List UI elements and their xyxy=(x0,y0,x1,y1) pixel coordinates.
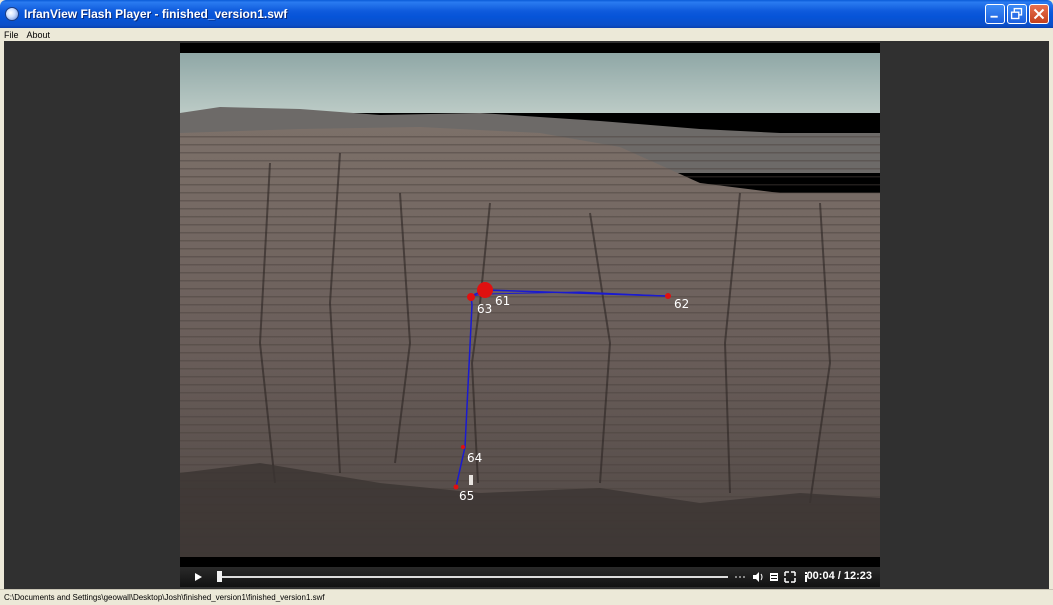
marker-65-label: 65 xyxy=(459,489,474,503)
sky xyxy=(180,53,880,113)
close-button[interactable] xyxy=(1029,4,1049,24)
play-icon[interactable] xyxy=(192,571,204,583)
window-title: IrfanView Flash Player - finished_versio… xyxy=(24,7,288,21)
marker-62-dot[interactable] xyxy=(665,293,671,299)
window-controls xyxy=(985,4,1049,24)
title-bar[interactable]: IrfanView Flash Player - finished_versio… xyxy=(0,0,1053,28)
video-canvas: 61 62 63 64 65 xyxy=(180,43,880,567)
minimize-button[interactable] xyxy=(985,4,1005,24)
minimize-icon xyxy=(990,15,998,18)
marker-65-dot[interactable] xyxy=(453,484,459,490)
restore-button[interactable] xyxy=(1007,4,1027,24)
player-controls: 00:04 / 12:23 xyxy=(180,567,880,587)
seek-bar[interactable] xyxy=(218,576,728,578)
time-display: 00:04 / 12:23 xyxy=(806,570,872,582)
marker-64-dot[interactable] xyxy=(461,445,465,449)
letterbox-bottom xyxy=(180,557,880,567)
volume-icon[interactable] xyxy=(752,571,764,583)
status-bar: C:\Documents and Settings\geowall\Deskto… xyxy=(0,589,1053,605)
video-frame[interactable]: 61 62 63 64 65 xyxy=(180,43,880,567)
marker-63-label: 63 xyxy=(477,302,492,316)
close-icon xyxy=(1033,8,1045,20)
letterbox-top xyxy=(180,43,880,53)
menu-file[interactable]: File xyxy=(0,30,23,40)
seek-handle[interactable] xyxy=(217,571,222,582)
menu-about[interactable]: About xyxy=(23,30,55,40)
volume-dots xyxy=(735,576,747,578)
restore-icon xyxy=(1010,7,1023,20)
marker-61-label: 61 xyxy=(495,294,510,308)
app-icon xyxy=(5,7,19,21)
marker-62-label: 62 xyxy=(674,297,689,311)
marker-61-dot[interactable] xyxy=(477,282,493,298)
marker-64-label: 64 xyxy=(467,451,482,465)
menu-icon[interactable] xyxy=(768,571,780,583)
climber-figure xyxy=(469,475,473,485)
file-path: C:\Documents and Settings\geowall\Deskto… xyxy=(4,593,325,602)
marker-63-dot[interactable] xyxy=(467,293,475,301)
menu-bar: File About xyxy=(0,28,1053,41)
fullscreen-icon[interactable] xyxy=(784,571,796,583)
